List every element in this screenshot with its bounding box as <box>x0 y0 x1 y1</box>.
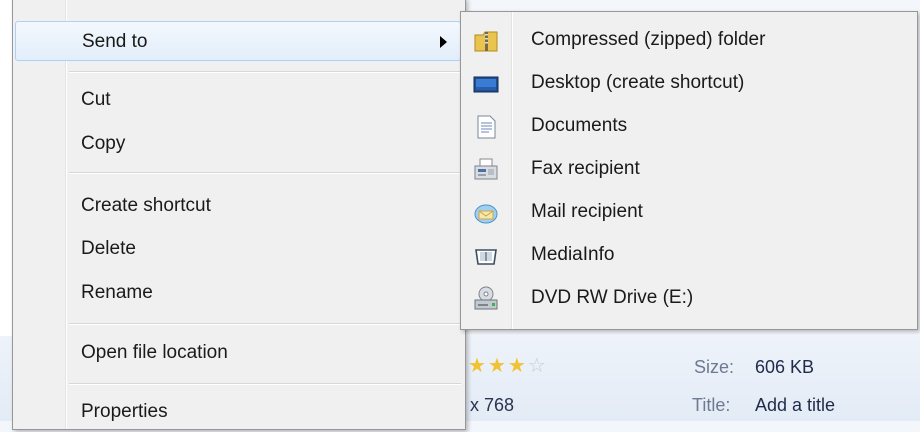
menu-separator <box>69 323 461 325</box>
menu-item-label: Rename <box>81 282 153 303</box>
menu-item-label: Delete <box>81 238 136 259</box>
rating-stars[interactable]: ★ ★ ★ ☆ <box>468 355 546 375</box>
submenu-item-compressed-folder[interactable]: Compressed (zipped) folder <box>463 19 915 62</box>
submenu-item-label: Desktop (create shortcut) <box>531 72 745 93</box>
star-filled-icon[interactable]: ★ <box>508 355 526 375</box>
documents-icon <box>477 115 496 139</box>
send-to-submenu: Compressed (zipped) folder Desktop (crea… <box>460 11 918 330</box>
submenu-item-mail[interactable]: Mail recipient <box>463 191 915 234</box>
submenu-item-label: DVD RW Drive (E:) <box>531 287 694 308</box>
dvd-drive-icon <box>474 286 498 310</box>
menu-separator <box>69 172 461 174</box>
menu-item-cut[interactable]: Cut <box>15 80 461 120</box>
menu-item-label: Open file location <box>81 342 228 363</box>
submenu-item-label: Mail recipient <box>531 201 643 222</box>
menu-item-create-shortcut[interactable]: Create shortcut <box>15 186 461 226</box>
zip-folder-icon <box>474 31 498 52</box>
title-label: Title: <box>692 395 731 415</box>
star-empty-icon[interactable]: ☆ <box>528 355 546 375</box>
submenu-item-documents[interactable]: Documents <box>463 105 915 148</box>
size-value: 606 KB <box>755 357 815 377</box>
menu-item-label: Cut <box>81 89 111 110</box>
menu-item-properties[interactable]: Properties <box>15 392 461 432</box>
submenu-item-dvd-drive[interactable]: DVD RW Drive (E:) <box>463 277 915 320</box>
menu-item-label: Properties <box>81 401 168 422</box>
star-filled-icon[interactable]: ★ <box>468 355 486 375</box>
size-label: Size: <box>694 357 735 377</box>
menu-item-send-to[interactable]: Send to <box>15 21 461 61</box>
submenu-item-desktop[interactable]: Desktop (create shortcut) <box>463 62 915 105</box>
menu-item-label: Copy <box>81 133 126 154</box>
submenu-item-label: Fax recipient <box>531 158 640 179</box>
mediainfo-icon <box>475 249 497 265</box>
submenu-item-fax[interactable]: Fax recipient <box>463 148 915 191</box>
menu-separator <box>69 383 461 385</box>
star-filled-icon[interactable]: ★ <box>488 355 506 375</box>
submenu-item-label: MediaInfo <box>531 244 615 265</box>
menu-item-label: Send to <box>82 31 148 52</box>
fax-icon <box>474 158 498 180</box>
dimensions-value: x 768 <box>470 395 515 415</box>
menu-item-rename[interactable]: Rename <box>15 273 461 313</box>
submenu-item-label: Compressed (zipped) folder <box>531 29 766 50</box>
submenu-arrow-icon <box>440 36 447 48</box>
title-value[interactable]: Add a title <box>755 395 835 416</box>
desktop-icon <box>473 76 499 93</box>
menu-item-delete[interactable]: Delete <box>15 229 461 269</box>
submenu-item-mediainfo[interactable]: MediaInfo <box>463 234 915 277</box>
menu-item-label: Create shortcut <box>81 195 211 216</box>
menu-item-copy[interactable]: Copy <box>15 124 461 164</box>
mail-icon <box>474 204 498 224</box>
menu-separator <box>69 71 461 73</box>
context-menu: Send to Cut Copy Create shortcut Delete … <box>12 0 466 430</box>
menu-item-open-file-location[interactable]: Open file location <box>15 333 461 373</box>
submenu-item-label: Documents <box>531 115 628 136</box>
